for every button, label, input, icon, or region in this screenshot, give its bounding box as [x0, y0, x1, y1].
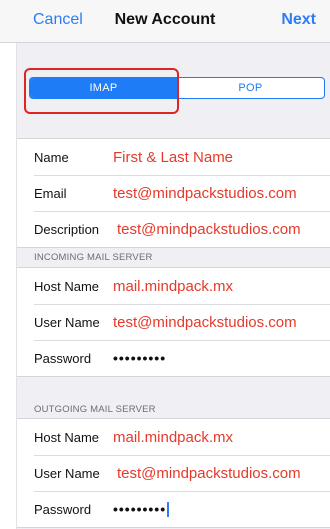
- text-cursor: [167, 502, 170, 518]
- outgoing-server-header: OUTGOING MAIL SERVER: [34, 404, 156, 415]
- incoming-password-field[interactable]: •••••••••: [113, 350, 166, 366]
- imap-highlight-annotation: [24, 68, 179, 114]
- incoming-host-field[interactable]: mail.mindpack.mx: [113, 278, 233, 295]
- incoming-host-label: Host Name: [34, 278, 100, 294]
- incoming-password-row[interactable]: Password •••••••••: [17, 340, 330, 376]
- email-label: Email: [34, 185, 67, 201]
- description-row[interactable]: Description test@mindpackstudios.com: [17, 211, 330, 247]
- incoming-server-header: INCOMING MAIL SERVER: [34, 252, 153, 263]
- name-field[interactable]: First & Last Name: [113, 149, 233, 166]
- incoming-user-field[interactable]: test@mindpackstudios.com: [113, 314, 297, 331]
- name-label: Name: [34, 149, 69, 165]
- incoming-server-group: Host Name mail.mindpack.mx User Name tes…: [17, 267, 330, 377]
- outgoing-host-field[interactable]: mail.mindpack.mx: [113, 429, 233, 446]
- outgoing-host-row[interactable]: Host Name mail.mindpack.mx: [17, 419, 330, 455]
- description-label: Description: [34, 221, 100, 237]
- outgoing-user-label: User Name: [34, 465, 100, 481]
- outgoing-server-group: Host Name mail.mindpack.mx User Name tes…: [17, 418, 330, 528]
- account-info-group: Name First & Last Name Email test@mindpa…: [17, 138, 330, 248]
- incoming-user-row[interactable]: User Name test@mindpackstudios.com: [17, 304, 330, 340]
- email-row[interactable]: Email test@mindpackstudios.com: [17, 175, 330, 211]
- navigation-bar: Cancel New Account Next: [0, 0, 330, 43]
- outgoing-password-label: Password: [34, 501, 92, 517]
- outgoing-password-text: •••••••••: [113, 500, 167, 517]
- outgoing-password-field[interactable]: •••••••••: [113, 500, 170, 518]
- description-field[interactable]: test@mindpackstudios.com: [117, 221, 301, 238]
- outgoing-user-field[interactable]: test@mindpackstudios.com: [117, 465, 301, 482]
- outgoing-user-row[interactable]: User Name test@mindpackstudios.com: [17, 455, 330, 491]
- left-margin: [0, 0, 17, 529]
- name-row[interactable]: Name First & Last Name: [17, 139, 330, 175]
- segment-pop[interactable]: POP: [177, 78, 324, 98]
- incoming-user-label: User Name: [34, 314, 100, 330]
- outgoing-host-label: Host Name: [34, 429, 100, 445]
- incoming-host-row[interactable]: Host Name mail.mindpack.mx: [17, 268, 330, 304]
- email-field[interactable]: test@mindpackstudios.com: [113, 185, 297, 202]
- outgoing-password-row[interactable]: Password •••••••••: [17, 491, 330, 527]
- next-button[interactable]: Next: [281, 11, 316, 29]
- incoming-password-label: Password: [34, 350, 92, 366]
